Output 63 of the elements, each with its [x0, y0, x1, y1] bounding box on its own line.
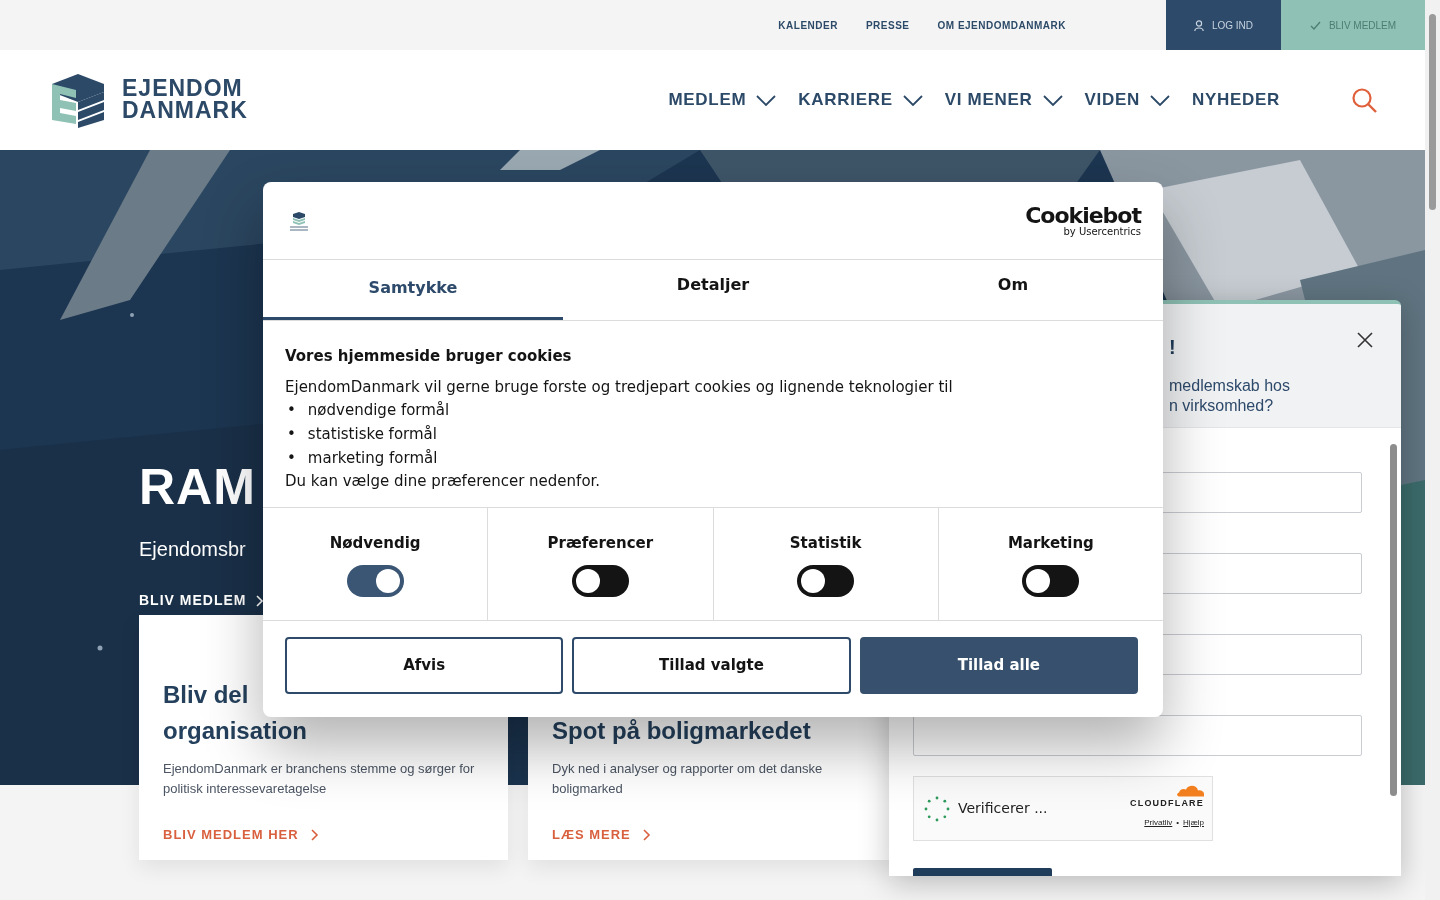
- tab[interactable]: Om: [863, 260, 1163, 320]
- cookiebot-subtitle: by Usercentrics: [1062, 226, 1141, 237]
- top-link[interactable]: PRESSE: [865, 17, 910, 33]
- hero-link[interactable]: BLIV MEDLEM: [139, 590, 265, 611]
- toggle-switch[interactable]: [1022, 564, 1080, 597]
- purpose-item: marketing formål: [307, 448, 438, 469]
- separator-dot: •: [1176, 818, 1180, 827]
- cookiebot-logo-text: Cookiebot: [1025, 204, 1141, 227]
- tab[interactable]: Samtykke: [263, 260, 563, 320]
- logo-text[interactable]: EJENDOM DANMARK: [122, 78, 248, 122]
- close-button[interactable]: [1357, 332, 1373, 348]
- card-link[interactable]: BLIV MEDLEM HER: [163, 825, 319, 845]
- chevron-right-icon: [310, 828, 319, 841]
- user-icon: [1193, 19, 1204, 31]
- purpose-item: nødvendige formål: [307, 400, 450, 421]
- logo-icon: [289, 209, 311, 232]
- search-icon[interactable]: [1352, 87, 1377, 113]
- category-label: Nødvendig: [329, 533, 421, 554]
- category-label: Marketing: [1007, 533, 1094, 554]
- nav-link[interactable]: KARRIERE: [798, 87, 923, 113]
- category-label: Præferencer: [547, 533, 654, 554]
- nav-link[interactable]: NYHEDER: [1191, 87, 1280, 113]
- bullet: •: [287, 424, 296, 445]
- close-icon: [1357, 332, 1373, 348]
- card-text: Dyk ned i analyser og rapporter om det danske boligmarked: [552, 760, 824, 798]
- bullet: •: [287, 400, 296, 421]
- category-label: Statistik: [789, 533, 862, 554]
- intro-text: EjendomDanmark vil gerne bruge forste og tredjepart cookies og lignende teknologier til: [285, 376, 954, 398]
- bullet: •: [287, 448, 296, 469]
- nav-link[interactable]: MEDLEM: [668, 87, 777, 113]
- captcha-link[interactable]: Privatliv: [1144, 818, 1173, 827]
- panel-text: medlemskab hos n virksomhed?: [1169, 376, 1291, 416]
- cloudflare-text: CLOUDFLARE: [1130, 799, 1204, 808]
- allow-all-button[interactable]: Tillad alle: [859, 637, 1138, 694]
- nav-link[interactable]: VI MENER: [944, 87, 1063, 113]
- purpose-item: statistiske formål: [307, 424, 437, 445]
- card-text: EjendomDanmark er branchens stemme og sørger for politisk interessevaretagelse: [163, 760, 476, 798]
- chevron-right-icon: [642, 828, 651, 841]
- dialog-heading: Vores hjemmeside bruger cookies: [285, 346, 573, 367]
- toggle-switch[interactable]: [346, 564, 404, 597]
- toggle-switch[interactable]: [797, 564, 855, 597]
- card-link[interactable]: LÆS MERE: [552, 825, 651, 845]
- nav-link[interactable]: VIDEN: [1084, 87, 1170, 113]
- card-title: Bliv del: [163, 680, 250, 710]
- captcha-link[interactable]: Hjælp: [1183, 818, 1204, 827]
- dialog-button[interactable]: Tillad valgte: [572, 637, 851, 694]
- top-link[interactable]: OM EJENDOMDANMARK: [937, 17, 1066, 33]
- outro-text: Du kan vælge dine præferencer nedenfor.: [285, 471, 602, 492]
- hero-subtitle: Ejendomsbr: [139, 537, 246, 562]
- top-link[interactable]: KALENDER: [778, 17, 838, 33]
- panel-title: !: [1169, 335, 1176, 360]
- dialog-button[interactable]: Afvis: [285, 637, 564, 694]
- check-icon: [1309, 20, 1321, 30]
- input-field[interactable]: [913, 715, 1362, 756]
- toggle-switch[interactable]: [571, 564, 629, 597]
- hero-title: RAM: [139, 462, 256, 512]
- tab[interactable]: Detaljer: [563, 260, 863, 320]
- captcha-status: Verificerer ...: [958, 799, 1048, 818]
- card-title: organisation: [163, 716, 308, 746]
- logo-icon[interactable]: [50, 72, 106, 128]
- cloud-icon: [1176, 785, 1204, 797]
- login-button[interactable]: LOG IND: [1166, 0, 1281, 50]
- card-title: Spot på boligmarkedet: [552, 716, 812, 746]
